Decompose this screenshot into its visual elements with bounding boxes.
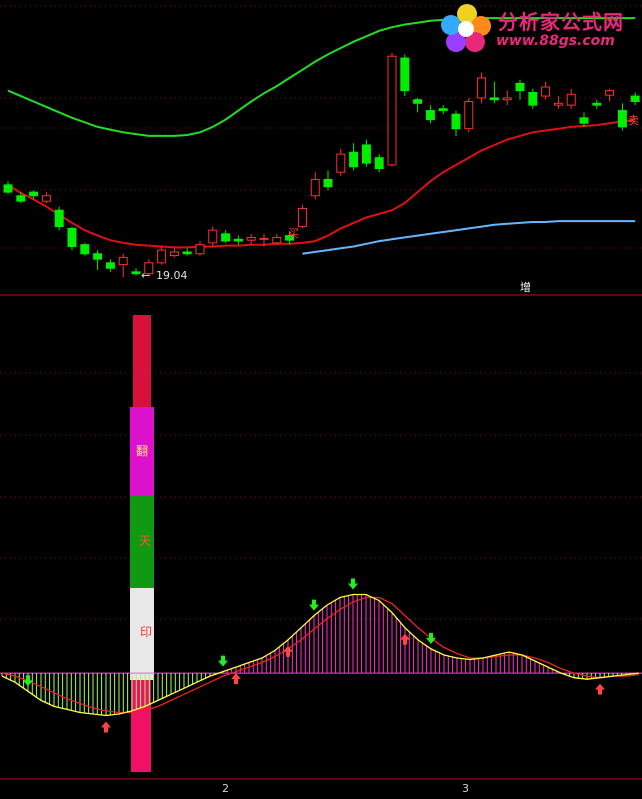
- signal-label-1: 翻: [136, 444, 148, 458]
- stock-chart: 19.04 ← 买 卖 增 翻 天 印 2 3: [0, 0, 642, 799]
- low-price-label: 19.04: [156, 269, 188, 282]
- increase-label: 增: [520, 280, 531, 294]
- candle-body: [349, 151, 359, 168]
- candle-body: [515, 82, 525, 92]
- candle-body: [54, 209, 64, 228]
- candle-body: [361, 144, 371, 164]
- candle-body: [502, 97, 512, 101]
- watermark-title: 分析家公式网: [498, 10, 624, 34]
- signal-label-2: 天: [139, 534, 151, 548]
- candle-body: [400, 57, 410, 92]
- watermark-url: www.88gs.com: [496, 33, 615, 49]
- candle-body: [464, 101, 474, 130]
- sell-marker: 卖: [628, 114, 639, 127]
- candle-body: [425, 110, 435, 121]
- candle-body: [259, 237, 269, 240]
- x-tick-label-1: 2: [222, 782, 229, 795]
- candle-body: [246, 236, 256, 241]
- buy-marker: 买: [288, 227, 299, 240]
- candle-body: [208, 229, 218, 244]
- candle-body: [41, 195, 51, 202]
- candle-body: [413, 99, 423, 104]
- chart-background: [0, 0, 642, 799]
- low-arrow-glyph: ←: [141, 269, 150, 282]
- candle-body: [489, 97, 499, 101]
- candle-body: [297, 207, 307, 228]
- candle-body: [630, 95, 640, 102]
- candle-body: [182, 251, 192, 255]
- candle-body: [541, 86, 551, 97]
- candle-body: [605, 90, 615, 96]
- candle-body: [131, 271, 141, 275]
- candle-body: [336, 153, 346, 173]
- candle-body: [93, 253, 103, 260]
- signal-bar-top: [133, 315, 151, 407]
- candle-body: [105, 262, 115, 269]
- candle-body: [617, 110, 627, 128]
- candle-body: [566, 93, 576, 106]
- candle-body: [3, 184, 13, 193]
- candle-body: [169, 251, 179, 257]
- signal-label-3: 印: [140, 625, 152, 639]
- candle-body: [451, 113, 461, 130]
- flower-logo-icon: [441, 4, 491, 52]
- candle-body: [272, 236, 282, 244]
- candle-body: [233, 238, 243, 242]
- candle-body: [592, 102, 602, 106]
- candle-body: [157, 249, 167, 264]
- candle-body: [553, 102, 563, 106]
- candle-body: [438, 108, 448, 112]
- candle-body: [477, 77, 487, 99]
- candle-body: [80, 244, 90, 255]
- candle-body: [67, 227, 77, 247]
- candle-body: [374, 157, 384, 170]
- candle-body: [195, 244, 205, 255]
- candle-body: [16, 195, 26, 202]
- watermark: 分析家公式网 www.88gs.com: [440, 2, 640, 54]
- candle-body: [29, 191, 39, 197]
- candle-body: [528, 91, 538, 106]
- x-tick-label-2: 3: [462, 782, 469, 795]
- candle-body: [221, 233, 231, 242]
- candle-body: [310, 178, 320, 197]
- candle-body: [579, 117, 589, 124]
- candle-body: [323, 178, 333, 188]
- candle-body: [118, 256, 128, 266]
- candle-body: [387, 55, 397, 166]
